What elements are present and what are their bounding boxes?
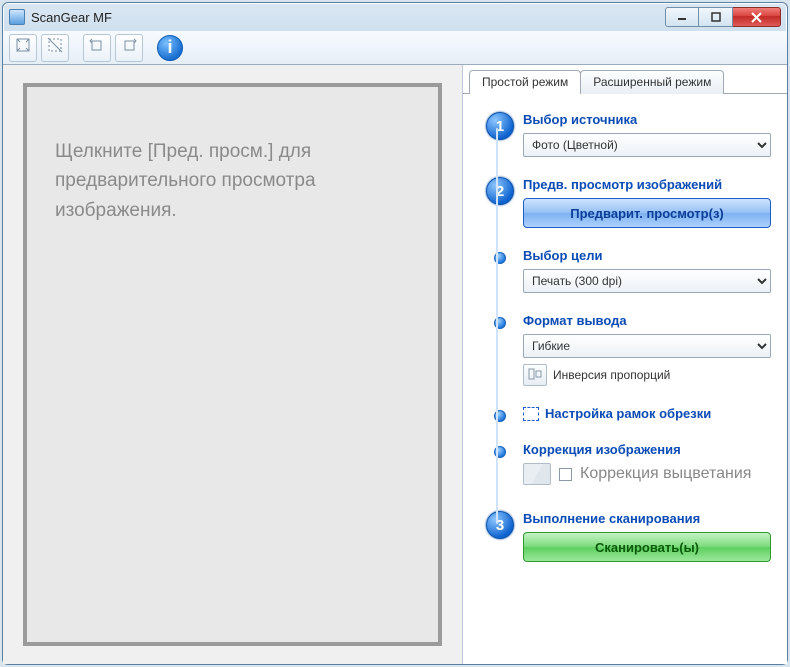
- steps-area: 1 Выбор источника Фото (Цветной) 2 Предв…: [463, 94, 787, 664]
- info-button[interactable]: i: [157, 35, 183, 61]
- info-icon: i: [167, 37, 172, 58]
- invert-label: Инверсия пропорций: [553, 368, 670, 382]
- app-window: ScanGear MF: [2, 2, 788, 665]
- step-number-3: 3: [486, 511, 514, 539]
- preview-button[interactable]: Предварит. просмотр(з): [523, 198, 771, 228]
- auto-crop-button[interactable]: [9, 34, 37, 62]
- fade-correction-label: Коррекция выцветания: [580, 465, 751, 483]
- tab-strip: Простой режим Расширенный режим: [463, 65, 787, 93]
- source-select[interactable]: Фото (Цветной): [523, 133, 771, 157]
- fade-correction-checkbox[interactable]: [559, 468, 572, 481]
- crop-out-icon: [46, 36, 64, 59]
- tab-simple-mode[interactable]: Простой режим: [469, 70, 581, 94]
- scan-button[interactable]: Сканировать(ы): [523, 532, 771, 562]
- step-output: Формат вывода Гибкие Инверсия пропорций: [477, 313, 771, 386]
- content-area: Щелкните [Пред. просм.] для предваритель…: [3, 65, 787, 664]
- close-button[interactable]: [733, 7, 781, 27]
- app-icon: [9, 9, 25, 25]
- step-purpose: Выбор цели Печать (300 dpi): [477, 248, 771, 293]
- rotate-right-button[interactable]: [115, 34, 143, 62]
- rotate-right-icon: [120, 36, 138, 59]
- crop-frame-icon: [523, 407, 539, 421]
- preview-title: Предв. просмотр изображений: [523, 177, 771, 192]
- tab-advanced-mode[interactable]: Расширенный режим: [580, 70, 724, 94]
- step-correction: Коррекция изображения Коррекция выцветан…: [477, 442, 771, 485]
- minimize-button[interactable]: [665, 7, 699, 27]
- side-panel: Простой режим Расширенный режим 1 Выбор …: [463, 65, 787, 664]
- purpose-select[interactable]: Печать (300 dpi): [523, 269, 771, 293]
- crop-title[interactable]: Настройка рамок обрезки: [545, 406, 711, 421]
- step-preview: 2 Предв. просмотр изображений Предварит.…: [477, 177, 771, 228]
- rotate-left-icon: [88, 36, 106, 59]
- remove-crop-button[interactable]: [41, 34, 69, 62]
- invert-icon: [528, 368, 542, 383]
- step-crop: Настройка рамок обрезки: [477, 406, 771, 422]
- preview-frame[interactable]: Щелкните [Пред. просм.] для предваритель…: [23, 83, 442, 646]
- step-scan: 3 Выполнение сканирования Сканировать(ы): [477, 511, 771, 562]
- maximize-button[interactable]: [699, 7, 733, 27]
- step-number-2: 2: [486, 177, 514, 205]
- fade-correction-thumb: [523, 463, 551, 485]
- source-title: Выбор источника: [523, 112, 771, 127]
- preview-placeholder: Щелкните [Пред. просм.] для предваритель…: [55, 137, 410, 225]
- output-select[interactable]: Гибкие: [523, 334, 771, 358]
- preview-pane: Щелкните [Пред. просм.] для предваритель…: [3, 65, 463, 664]
- rotate-left-button[interactable]: [83, 34, 111, 62]
- toolbar: i: [3, 31, 787, 65]
- purpose-title: Выбор цели: [523, 248, 771, 263]
- window-title: ScanGear MF: [31, 10, 112, 25]
- scan-title: Выполнение сканирования: [523, 511, 771, 526]
- step-number-1: 1: [486, 112, 514, 140]
- invert-proportions-button[interactable]: [523, 364, 547, 386]
- step-source: 1 Выбор источника Фото (Цветной): [477, 112, 771, 157]
- output-title: Формат вывода: [523, 313, 771, 328]
- titlebar[interactable]: ScanGear MF: [3, 3, 787, 31]
- crop-in-icon: [14, 36, 32, 59]
- step-rail: [496, 128, 498, 524]
- correction-title: Коррекция изображения: [523, 442, 771, 457]
